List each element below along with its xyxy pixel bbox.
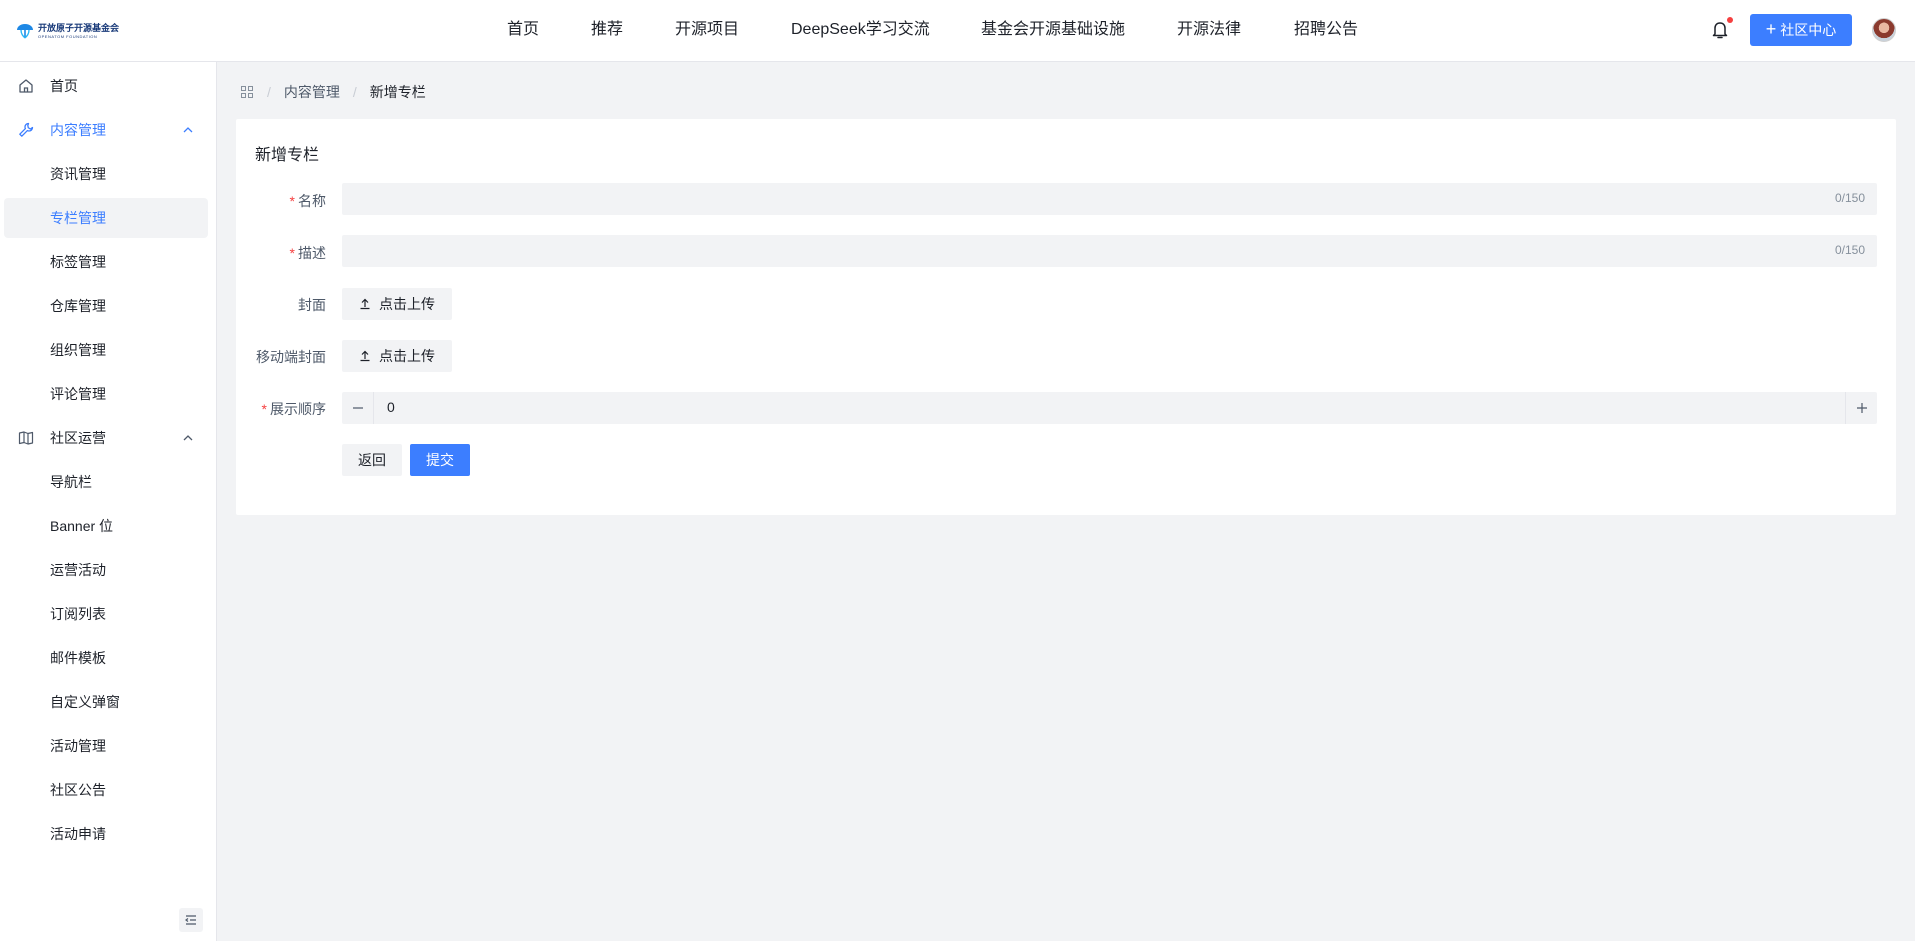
sidebar-item-label: 导航栏 — [50, 474, 92, 490]
plus-icon: + — [1765, 19, 1777, 39]
cover-label: 封面 — [298, 297, 326, 313]
required-mark: * — [289, 193, 295, 209]
wrench-icon — [19, 122, 34, 137]
chevron-up-icon — [183, 435, 193, 441]
increment-button[interactable] — [1845, 392, 1877, 424]
sidebar-item-repo-management[interactable]: 仓库管理 — [4, 286, 208, 326]
sidebar-item-label: Banner 位 — [50, 518, 114, 534]
sidebar-item-label: 运营活动 — [50, 562, 106, 578]
display-order-stepper: 0 — [342, 392, 1877, 424]
sidebar-item-label: 评论管理 — [50, 386, 106, 402]
sidebar-collapse-button[interactable] — [179, 908, 203, 932]
breadcrumb-item-current: 新增专栏 — [369, 84, 426, 100]
sidebar: 首页 内容管理 资讯管理 专栏管理 标签管理 仓库管理 组织管理 评论管理 社区… — [0, 62, 217, 941]
plus-icon — [1856, 403, 1867, 413]
sidebar-item-label: 订阅列表 — [50, 606, 106, 622]
sidebar-item-activity-applications[interactable]: 活动申请 — [4, 814, 208, 854]
sidebar-item-navbar[interactable]: 导航栏 — [4, 462, 208, 502]
menu-fold-icon — [185, 915, 196, 925]
cover-upload-label: 点击上传 — [379, 296, 435, 312]
sidebar-item-email-templates[interactable]: 邮件模板 — [4, 638, 208, 678]
description-char-counter: 0/150 — [1834, 243, 1865, 257]
chevron-up-icon — [183, 127, 193, 133]
upload-icon — [360, 298, 370, 310]
nav-legal[interactable]: 开源法律 — [1177, 0, 1241, 62]
name-char-counter: 0/150 — [1834, 191, 1865, 205]
minus-icon — [352, 407, 363, 409]
apps-icon[interactable] — [240, 85, 254, 99]
mobile-cover-upload-button[interactable]: 点击上传 — [342, 340, 452, 372]
form-card: 新增专栏 * 名称 0/150 * 描述 0/150 封面 点击上传 移动端封面 点… — [236, 119, 1896, 515]
breadcrumb-item-content-management[interactable]: 内容管理 — [284, 82, 340, 102]
sidebar-item-column-management[interactable]: 专栏管理 — [4, 198, 208, 238]
sidebar-item-label: 邮件模板 — [50, 650, 106, 666]
sidebar-item-banner[interactable]: Banner 位 — [4, 506, 208, 546]
display-order-value[interactable]: 0 — [387, 399, 395, 415]
breadcrumb-separator: / — [352, 84, 357, 100]
sidebar-item-content-management[interactable]: 内容管理 — [4, 110, 208, 150]
sidebar-item-label: 专栏管理 — [50, 210, 106, 226]
decrement-button[interactable] — [342, 392, 374, 424]
name-field[interactable] — [342, 183, 1877, 215]
nav-recommend[interactable]: 推荐 — [591, 0, 623, 62]
sidebar-item-news-management[interactable]: 资讯管理 — [4, 154, 208, 194]
sidebar-item-community-announcements[interactable]: 社区公告 — [4, 770, 208, 810]
upload-icon — [360, 350, 370, 362]
home-icon — [19, 79, 33, 93]
cover-upload-button[interactable]: 点击上传 — [342, 288, 452, 320]
mobile-cover-label: 移动端封面 — [256, 349, 326, 365]
book-icon — [18, 431, 34, 445]
mobile-cover-upload-label: 点击上传 — [379, 348, 435, 364]
sidebar-item-label: 活动申请 — [50, 826, 106, 842]
required-mark: * — [289, 245, 295, 261]
nav-infrastructure[interactable]: 基金会开源基础设施 — [981, 0, 1125, 62]
avatar[interactable] — [1872, 18, 1896, 42]
nav-deepseek[interactable]: DeepSeek学习交流 — [791, 0, 930, 62]
description-field[interactable] — [342, 235, 1877, 267]
sidebar-item-home[interactable]: 首页 — [4, 66, 208, 106]
sidebar-item-label: 自定义弹窗 — [50, 694, 120, 710]
sidebar-item-label: 仓库管理 — [50, 298, 106, 314]
top-bar: 开放原子开源基金会 OPENATOM FOUNDATION 首页 推荐 开源项目… — [0, 0, 1915, 62]
sidebar-item-label: 标签管理 — [50, 254, 106, 270]
community-center-button[interactable]: + 社区中心 — [1750, 14, 1852, 46]
breadcrumb: / 内容管理 / 新增专栏 — [240, 82, 426, 102]
sidebar-item-label: 活动管理 — [50, 738, 106, 754]
sidebar-item-label: 社区运营 — [50, 430, 106, 446]
sidebar-item-tag-management[interactable]: 标签管理 — [4, 242, 208, 282]
notification-dot — [1727, 17, 1733, 23]
sidebar-item-label: 首页 — [50, 78, 78, 94]
sidebar-item-label: 内容管理 — [50, 122, 106, 138]
sidebar-item-label: 资讯管理 — [50, 166, 106, 182]
back-button[interactable]: 返回 — [342, 444, 402, 476]
sidebar-item-org-management[interactable]: 组织管理 — [4, 330, 208, 370]
sidebar-item-label: 社区公告 — [50, 782, 106, 798]
bell-icon[interactable] — [1711, 20, 1729, 40]
display-order-label: * 展示顺序 — [261, 401, 326, 417]
sidebar-item-activity-management[interactable]: 活动管理 — [4, 726, 208, 766]
description-label: * 描述 — [289, 245, 326, 261]
sidebar-item-operation-activities[interactable]: 运营活动 — [4, 550, 208, 590]
name-field-wrapper: 0/150 — [342, 183, 1877, 215]
name-label: * 名称 — [289, 193, 326, 209]
sidebar-item-custom-popup[interactable]: 自定义弹窗 — [4, 682, 208, 722]
submit-button[interactable]: 提交 — [410, 444, 470, 476]
description-field-wrapper: 0/150 — [342, 235, 1877, 267]
breadcrumb-separator: / — [267, 84, 271, 100]
nav-home[interactable]: 首页 — [507, 0, 539, 62]
sidebar-item-comment-management[interactable]: 评论管理 — [4, 374, 208, 414]
top-nav: 首页 推荐 开源项目 DeepSeek学习交流 基金会开源基础设施 开源法律 招… — [0, 0, 1915, 62]
required-mark: * — [261, 401, 267, 417]
nav-recruitment[interactable]: 招聘公告 — [1294, 0, 1358, 62]
sidebar-item-community-operations[interactable]: 社区运营 — [4, 418, 208, 458]
page-title: 新增专栏 — [255, 147, 320, 164]
sidebar-item-subscription-list[interactable]: 订阅列表 — [4, 594, 208, 634]
sidebar-item-label: 组织管理 — [50, 342, 106, 358]
community-center-label: 社区中心 — [1780, 22, 1837, 38]
nav-projects[interactable]: 开源项目 — [675, 0, 739, 62]
